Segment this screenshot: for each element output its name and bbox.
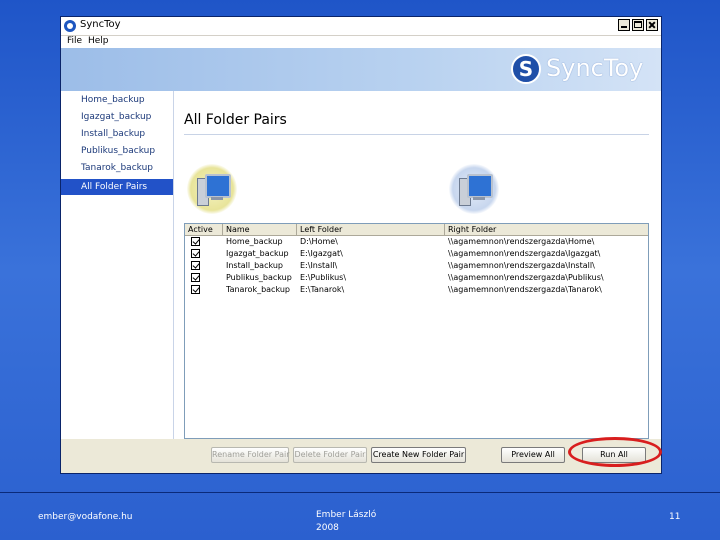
column-right-folder[interactable]: Right Folder <box>445 224 648 235</box>
sidebar-item-all-folder-pairs[interactable]: All Folder Pairs <box>61 179 173 195</box>
window-title: SyncToy <box>80 19 121 30</box>
synctoy-app-icon <box>64 20 76 32</box>
rename-folder-pair-button[interactable]: Rename Folder Pair <box>211 447 290 463</box>
column-left-folder[interactable]: Left Folder <box>297 224 445 235</box>
header-banner: S SyncToy <box>61 48 661 91</box>
right-computer-icon <box>449 164 499 216</box>
close-button[interactable] <box>646 19 658 31</box>
row-right-folder: \\agamemnon\rendszergazda\Igazgat\ <box>448 249 601 258</box>
title-divider <box>184 134 649 135</box>
folder-pair-sidebar: Home_backup Igazgat_backup Install_backu… <box>61 91 174 473</box>
active-checkbox[interactable] <box>191 237 200 246</box>
create-new-folder-pair-button[interactable]: Create New Folder Pair <box>371 447 466 463</box>
row-left-folder: E:\Publikus\ <box>300 273 347 282</box>
row-right-folder: \\agamemnon\rendszergazda\Publikus\ <box>448 273 604 282</box>
table-header: Active Name Left Folder Right Folder <box>185 224 648 236</box>
row-name: Publikus_backup <box>226 273 292 282</box>
sidebar-item-install-backup[interactable]: Install_backup <box>81 129 145 139</box>
delete-folder-pair-button[interactable]: Delete Folder Pair <box>293 447 367 463</box>
minimize-button[interactable] <box>618 19 630 31</box>
folder-pairs-table: Active Name Left Folder Right Folder Hom… <box>184 223 649 439</box>
row-right-folder: \\agamemnon\rendszergazda\Tanarok\ <box>448 285 602 294</box>
menu-bar: File Help <box>61 36 661 48</box>
menu-file[interactable]: File <box>67 36 82 46</box>
table-row[interactable]: Tanarok_backup E:\Tanarok\ \\agamemnon\r… <box>185 284 648 295</box>
row-left-folder: E:\Tanarok\ <box>300 285 345 294</box>
sidebar-item-tanarok-backup[interactable]: Tanarok_backup <box>81 163 153 173</box>
row-left-folder: D:\Home\ <box>300 237 338 246</box>
table-row[interactable]: Publikus_backup E:\Publikus\ \\agamemnon… <box>185 272 648 283</box>
footer-year: 2008 <box>316 523 339 533</box>
table-row[interactable]: Home_backup D:\Home\ \\agamemnon\rendsze… <box>185 236 648 247</box>
synctoy-logo-icon: S <box>511 54 541 84</box>
column-name[interactable]: Name <box>223 224 297 235</box>
row-name: Tanarok_backup <box>226 285 290 294</box>
page-title: All Folder Pairs <box>184 112 287 128</box>
row-right-folder: \\agamemnon\rendszergazda\Install\ <box>448 261 595 270</box>
row-left-folder: E:\Igazgat\ <box>300 249 343 258</box>
table-row[interactable]: Install_backup E:\Install\ \\agamemnon\r… <box>185 260 648 271</box>
run-all-highlight-ring <box>568 437 662 467</box>
row-name: Home_backup <box>226 237 283 246</box>
main-pane: All Folder Pairs Active Name Left Folder… <box>174 91 661 439</box>
sidebar-item-publikus-backup[interactable]: Publikus_backup <box>81 146 155 156</box>
menu-help[interactable]: Help <box>88 36 109 46</box>
brand-logo-text: SyncToy <box>546 54 644 82</box>
footer-email: ember@vodafone.hu <box>38 512 133 522</box>
footer-divider <box>0 492 720 493</box>
row-right-folder: \\agamemnon\rendszergazda\Home\ <box>448 237 595 246</box>
sidebar-item-home-backup[interactable]: Home_backup <box>81 95 145 105</box>
row-name: Igazgat_backup <box>226 249 289 258</box>
column-active[interactable]: Active <box>185 224 223 235</box>
row-left-folder: E:\Install\ <box>300 261 338 270</box>
title-bar[interactable]: SyncToy <box>61 17 661 36</box>
active-checkbox[interactable] <box>191 285 200 294</box>
active-checkbox[interactable] <box>191 261 200 270</box>
preview-all-button[interactable]: Preview All <box>501 447 565 463</box>
footer-page-number: 11 <box>669 512 681 522</box>
footer-author: Ember László <box>316 510 377 520</box>
synctoy-window: SyncToy File Help S SyncToy Home_backup … <box>60 16 662 474</box>
row-name: Install_backup <box>226 261 283 270</box>
left-computer-icon <box>187 164 237 216</box>
table-row[interactable]: Igazgat_backup E:\Igazgat\ \\agamemnon\r… <box>185 248 648 259</box>
maximize-button[interactable] <box>632 19 644 31</box>
active-checkbox[interactable] <box>191 249 200 258</box>
active-checkbox[interactable] <box>191 273 200 282</box>
sidebar-item-igazgat-backup[interactable]: Igazgat_backup <box>81 112 151 122</box>
